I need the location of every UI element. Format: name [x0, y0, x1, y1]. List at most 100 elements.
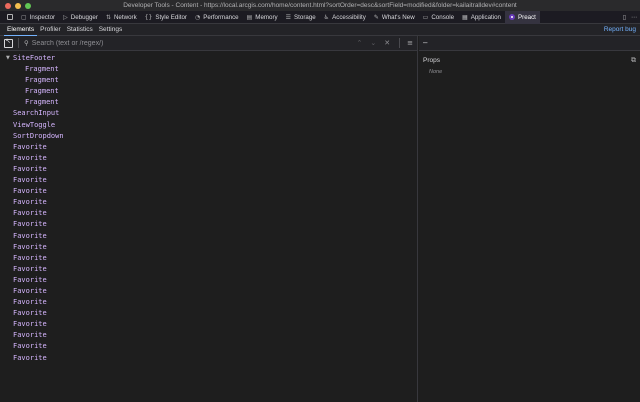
props-title: Props: [423, 57, 440, 64]
tree-node[interactable]: Favorite: [0, 219, 417, 230]
subtab-profiler[interactable]: Profiler: [37, 24, 64, 36]
tree-node[interactable]: Favorite: [0, 308, 417, 319]
tree-node[interactable]: ▼ SiteFooter: [0, 53, 417, 64]
tab-memory[interactable]: ▤ Memory: [243, 11, 282, 24]
tab-label: Style Editor: [155, 13, 187, 21]
tree-node-name: Fragment: [25, 98, 59, 107]
tab-debugger[interactable]: ▷ Debugger: [59, 11, 102, 24]
tree-node[interactable]: Favorite: [0, 142, 417, 153]
tree-node[interactable]: Favorite: [0, 242, 417, 253]
tree-node[interactable]: Favorite: [0, 208, 417, 219]
debugger-icon: ▷: [63, 13, 68, 21]
inspect-element-icon[interactable]: [4, 37, 13, 48]
tree-node[interactable]: SearchInput: [0, 108, 417, 119]
overflow-menu-icon[interactable]: ⋯: [631, 14, 637, 21]
tree-node[interactable]: Favorite: [0, 153, 417, 164]
tab-label: What's New: [381, 13, 415, 21]
style-editor-icon: {}: [144, 13, 153, 21]
tree-node[interactable]: Favorite: [0, 286, 417, 297]
tree-node-name: Favorite: [13, 187, 47, 196]
search-input[interactable]: [31, 39, 353, 47]
tab-network[interactable]: ⇅ Network: [102, 11, 141, 24]
tab-label: Accessibility: [332, 13, 366, 21]
tree-node[interactable]: Favorite: [0, 164, 417, 175]
tab-console[interactable]: ▭ Console: [419, 11, 458, 24]
tree-node-name: Favorite: [13, 164, 47, 173]
tab-what-s-new[interactable]: ✎ What's New: [370, 11, 419, 24]
tree-node-name: SearchInput: [13, 109, 60, 118]
tree-node-name: Favorite: [13, 231, 47, 240]
sidebar-header: –: [419, 36, 640, 51]
network-icon: ⇅: [105, 13, 111, 21]
tree-node-name: SiteFooter: [13, 54, 56, 62]
more-tools-icon[interactable]: ▯: [623, 14, 626, 21]
props-empty-text: None: [429, 69, 443, 75]
application-icon: ▦: [462, 13, 468, 21]
tree-node-name: Fragment: [25, 76, 59, 85]
tab-preact[interactable]: Preact: [505, 10, 540, 24]
tree-node-name: ViewToggle: [13, 120, 56, 129]
element-picker-button[interactable]: [3, 12, 17, 23]
component-tree: ▼ SiteFooter Fragment Fragment Fragment Fragm…: [0, 51, 417, 364]
expand-caret-icon[interactable]: ▼: [6, 53, 12, 64]
tree-node[interactable]: Favorite: [0, 175, 417, 186]
tree-node[interactable]: Fragment: [0, 97, 417, 108]
tree-node[interactable]: ViewToggle: [0, 120, 417, 131]
storage-icon: ☰: [285, 13, 292, 21]
tree-node[interactable]: Favorite: [0, 341, 417, 352]
preact-icon: [509, 14, 515, 20]
tree-node[interactable]: Favorite: [0, 353, 417, 364]
memory-icon: ▤: [246, 13, 253, 21]
subtab-statistics[interactable]: Statistics: [64, 24, 96, 36]
tab-storage[interactable]: ☰ Storage: [282, 11, 320, 24]
tree-node[interactable]: Favorite: [0, 330, 417, 341]
tree-node[interactable]: Favorite: [0, 231, 417, 242]
console-icon: ▭: [422, 13, 429, 21]
tab-application[interactable]: ▦ Application: [458, 11, 505, 24]
tree-node-name: Favorite: [13, 331, 47, 340]
search-clear-icon[interactable]: ✕: [384, 39, 390, 47]
devtools-toolbar: ▢ Inspector ▷ Debugger ⇅ Network{} Style Edito…: [0, 10, 640, 24]
tree-node-name: Fragment: [25, 87, 59, 96]
tree-node[interactable]: Favorite: [0, 197, 417, 208]
report-bug-link[interactable]: Report bug: [604, 24, 636, 36]
tree-node-name: Favorite: [13, 320, 47, 329]
tree-node-name: Favorite: [13, 142, 47, 151]
selected-component-name: –: [423, 38, 428, 47]
tab-accessibility[interactable]: ♿ Accessibility: [320, 11, 370, 24]
search-previous-icon[interactable]: ⌃: [357, 39, 363, 47]
preact-subtabs: Elements Profiler Statistics Settings Repor…: [0, 24, 640, 36]
tree-node[interactable]: Fragment: [0, 75, 417, 86]
tab-label: Preact: [518, 13, 536, 21]
search-next-icon[interactable]: ⌄: [370, 39, 376, 47]
tab-label: Network: [113, 13, 137, 21]
subtab-settings[interactable]: Settings: [96, 24, 126, 36]
copy-icon[interactable]: ⧉: [631, 56, 636, 65]
tree-node-name: Favorite: [13, 298, 47, 307]
tab-label: Application: [470, 13, 501, 21]
tree-node[interactable]: Favorite: [0, 275, 417, 286]
tree-node[interactable]: SortDropdown: [0, 131, 417, 142]
tab-label: Inspector: [29, 13, 56, 21]
tree-search-bar: ⚲ ⌃ ⌄ ✕ ≡: [0, 36, 417, 51]
subtab-elements[interactable]: Elements: [4, 24, 38, 36]
tree-node-name: Fragment: [25, 65, 59, 74]
tree-node-name: Favorite: [13, 176, 47, 185]
tree-node[interactable]: Fragment: [0, 64, 417, 75]
tree-node-name: SortDropdown: [13, 131, 64, 140]
tab-inspector[interactable]: ▢ Inspector: [17, 11, 59, 24]
tree-node-name: Favorite: [13, 309, 47, 318]
search-icon: ⚲: [24, 39, 29, 47]
tab-style-editor[interactable]: {} Style Editor: [141, 11, 191, 24]
tree-node-name: Favorite: [13, 220, 47, 229]
tree-node[interactable]: Favorite: [0, 319, 417, 330]
tree-node[interactable]: Favorite: [0, 253, 417, 264]
tree-node[interactable]: Favorite: [0, 297, 417, 308]
tree-node[interactable]: Favorite: [0, 264, 417, 275]
tree-node[interactable]: Fragment: [0, 86, 417, 97]
accessibility-icon: ♿: [323, 13, 330, 21]
tree-node-name: Favorite: [13, 209, 47, 218]
tree-node[interactable]: Favorite: [0, 186, 417, 197]
tab-performance[interactable]: ◔ Performance: [191, 11, 243, 24]
filter-icon[interactable]: ≡: [407, 39, 413, 47]
